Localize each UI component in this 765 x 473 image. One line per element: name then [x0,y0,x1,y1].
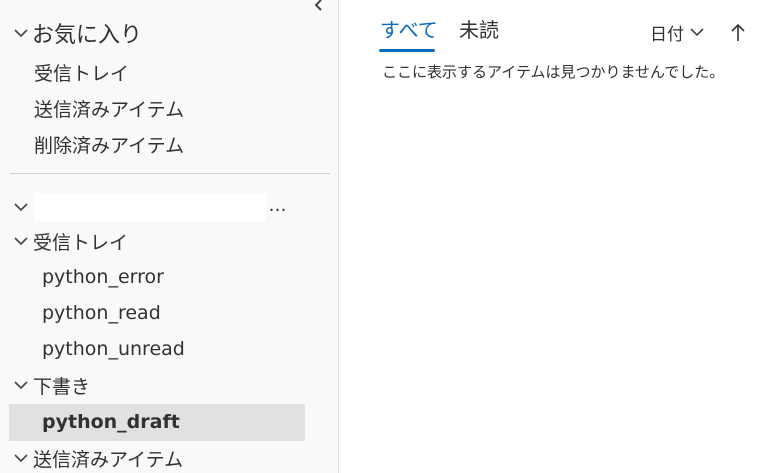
folder-label: python_read [42,302,161,324]
chevron-down-icon [14,378,28,392]
folder-python-error[interactable]: python_error [0,259,338,295]
folder-pane: お気に入り 受信トレイ 送信済みアイテム 削除済みアイテム … 受信トレイ py… [0,0,339,473]
folder-python-unread[interactable]: python_unread [0,331,338,367]
chevron-down-icon [14,26,28,40]
chevron-down-icon [14,200,28,214]
section-divider [10,173,330,174]
folder-label: 受信トレイ [33,231,129,254]
message-list-pane: すべて 未読 日付 ここに表示するアイテムは見つかりませんでした。 [340,0,765,473]
folder-label: 送信済みアイテム [33,448,184,471]
folder-inbox[interactable]: 受信トレイ [0,223,338,259]
folder-drafts[interactable]: 下書き [0,367,338,403]
chevron-down-icon [14,451,28,465]
empty-state-message: ここに表示するアイテムは見つかりませんでした。 [382,63,725,81]
sort-by-button[interactable]: 日付 [650,20,704,45]
folder-python-read[interactable]: python_read [0,295,338,331]
tab-all[interactable]: すべて [380,14,438,43]
chevron-down-icon [14,234,28,248]
arrow-up-icon [731,23,745,41]
tab-unread[interactable]: 未読 [459,14,499,43]
favorite-item-deleted[interactable]: 削除済みアイテム [0,126,338,162]
folder-python-draft[interactable]: python_draft [0,404,338,440]
favorites-header[interactable]: お気に入り [0,15,338,51]
folder-sent[interactable]: 送信済みアイテム [0,440,338,473]
folder-label: 下書き [33,375,91,398]
favorite-item-inbox[interactable]: 受信トレイ [0,54,338,90]
favorite-item-sent[interactable]: 送信済みアイテム [0,90,338,126]
folder-label: python_draft [42,411,180,433]
mail-app: お気に入り 受信トレイ 送信済みアイテム 削除済みアイテム … 受信トレイ py… [0,0,765,473]
account-name-redacted [34,193,266,221]
chevron-left-icon [314,0,322,11]
active-tab-indicator [379,49,435,52]
sort-label: 日付 [650,24,684,45]
folder-label: 削除済みアイテム [34,134,185,157]
folder-label: python_unread [42,338,185,360]
collapse-pane-button[interactable] [310,0,328,14]
more-options-button[interactable]: … [265,194,289,218]
folder-label: 受信トレイ [34,62,130,85]
folder-label: 送信済みアイテム [34,98,185,121]
favorites-title: お気に入り [32,23,143,48]
folder-label: python_error [42,266,164,288]
chevron-down-icon [690,28,704,37]
sort-direction-button[interactable] [728,20,748,44]
